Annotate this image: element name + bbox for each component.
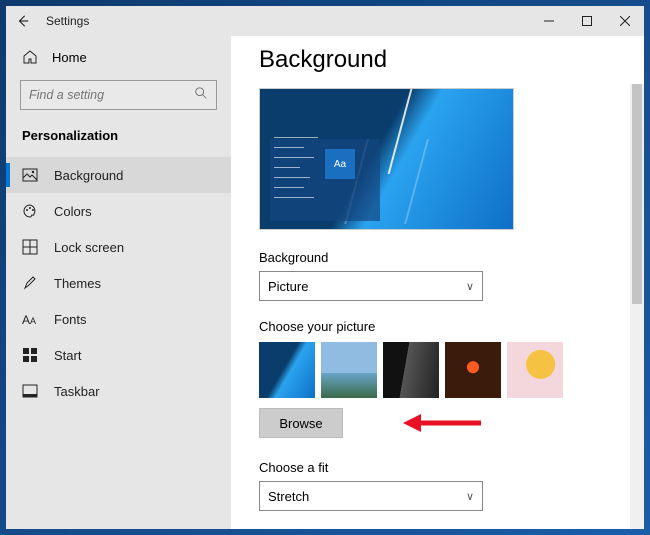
sidebar-item-label: Lock screen xyxy=(54,240,124,255)
picture-thumb-1[interactable] xyxy=(259,342,315,398)
choose-picture-label: Choose your picture xyxy=(259,319,624,334)
close-button[interactable] xyxy=(606,6,644,36)
lock-grid-icon xyxy=(22,239,38,255)
fit-field-label: Choose a fit xyxy=(259,460,624,475)
category-header: Personalization xyxy=(6,122,231,157)
sidebar-item-start[interactable]: Start xyxy=(6,337,231,373)
search-box[interactable] xyxy=(20,80,217,110)
sidebar: Home Personalization Background Colors L… xyxy=(6,36,231,529)
picture-thumb-2[interactable] xyxy=(321,342,377,398)
maximize-button[interactable] xyxy=(568,6,606,36)
palette-icon xyxy=(22,203,38,219)
app-title: Settings xyxy=(46,14,89,28)
sidebar-item-fonts[interactable]: AA Fonts xyxy=(6,301,231,337)
fit-dropdown[interactable]: Stretch ∨ xyxy=(259,481,483,511)
start-icon xyxy=(22,347,38,363)
picture-thumb-4[interactable] xyxy=(445,342,501,398)
search-input[interactable] xyxy=(29,88,194,102)
preview-sample-tile: Aa xyxy=(325,149,355,179)
home-label: Home xyxy=(52,50,87,65)
desktop-backdrop: Settings Home xyxy=(0,0,650,535)
fonts-icon: AA xyxy=(22,311,38,327)
home-icon xyxy=(22,49,38,65)
picture-thumb-5[interactable] xyxy=(507,342,563,398)
scrollbar-thumb[interactable] xyxy=(632,84,642,304)
background-dropdown[interactable]: Picture ∨ xyxy=(259,271,483,301)
sidebar-item-label: Start xyxy=(54,348,81,363)
svg-text:A: A xyxy=(30,316,36,326)
content-area: Background Aa Background Picture ∨ Choos… xyxy=(231,36,644,529)
sidebar-item-lockscreen[interactable]: Lock screen xyxy=(6,229,231,265)
sidebar-item-themes[interactable]: Themes xyxy=(6,265,231,301)
sidebar-item-label: Taskbar xyxy=(54,384,100,399)
page-title: Background xyxy=(259,46,624,74)
chevron-down-icon: ∨ xyxy=(466,490,474,503)
minimize-button[interactable] xyxy=(530,6,568,36)
desktop-preview: Aa xyxy=(259,88,514,230)
background-dropdown-value: Picture xyxy=(268,279,308,294)
taskbar-icon xyxy=(22,383,38,399)
settings-window: Settings Home xyxy=(6,6,644,529)
sidebar-item-label: Colors xyxy=(54,204,92,219)
sidebar-item-label: Themes xyxy=(54,276,101,291)
svg-text:A: A xyxy=(22,313,30,326)
window-body: Home Personalization Background Colors L… xyxy=(6,36,644,529)
sidebar-item-taskbar[interactable]: Taskbar xyxy=(6,373,231,409)
brush-icon xyxy=(22,275,38,291)
chevron-down-icon: ∨ xyxy=(466,280,474,293)
sidebar-item-colors[interactable]: Colors xyxy=(6,193,231,229)
back-button[interactable] xyxy=(6,6,40,36)
picture-thumbnails xyxy=(259,342,624,398)
search-icon xyxy=(194,86,208,105)
browse-button[interactable]: Browse xyxy=(259,408,343,438)
titlebar: Settings xyxy=(6,6,644,36)
fit-dropdown-value: Stretch xyxy=(268,489,309,504)
picture-icon xyxy=(22,167,38,183)
annotation-arrow xyxy=(403,410,483,436)
sidebar-item-label: Fonts xyxy=(54,312,87,327)
sidebar-item-label: Background xyxy=(54,168,123,183)
vertical-scrollbar[interactable] xyxy=(630,84,644,529)
background-field-label: Background xyxy=(259,250,624,265)
picture-thumb-3[interactable] xyxy=(383,342,439,398)
browse-button-label: Browse xyxy=(279,416,322,431)
sidebar-item-background[interactable]: Background xyxy=(6,157,231,193)
home-nav[interactable]: Home xyxy=(6,42,231,72)
window-controls xyxy=(530,6,644,36)
